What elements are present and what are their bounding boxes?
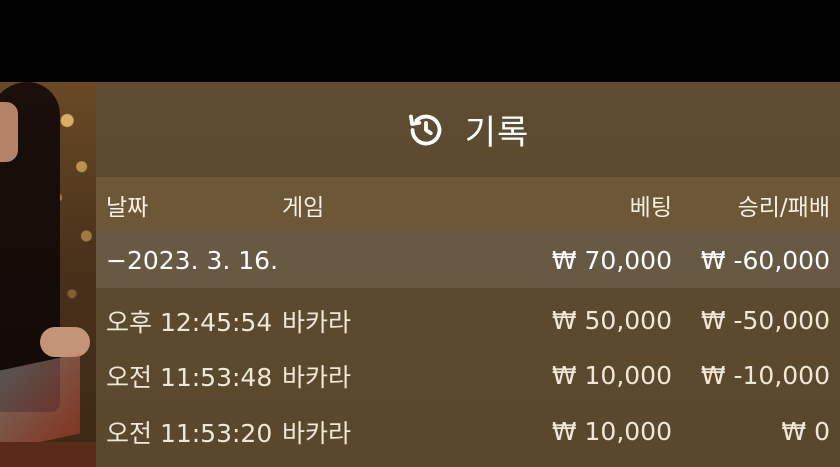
date-group-result-total: ₩ -60,000: [700, 245, 830, 275]
column-header-game: 게임: [282, 194, 325, 221]
row-result: ₩ 0: [781, 417, 830, 446]
row-game: 바카라: [282, 307, 352, 337]
row-result: ₩ -50,000: [700, 306, 830, 335]
row-time: 오전 11:53:20: [106, 418, 273, 448]
dealer-hand: [40, 327, 90, 357]
row-bet: ₩ 10,000: [551, 361, 672, 390]
row-time: 오전 11:53:48: [106, 362, 273, 392]
history-row[interactable]: 오전 11:53:20 바카라 ₩ 10,000 ₩ 0: [96, 404, 840, 459]
card-shoe: [0, 353, 80, 451]
top-black-bar: [0, 0, 840, 82]
panel-title: 기록: [464, 113, 530, 153]
column-header-result: 승리/패배: [737, 194, 830, 221]
history-panel: 기록 날짜 게임 베팅 승리/패배 −2023. 3. 16. ₩ 70,000…: [96, 82, 840, 467]
history-row[interactable]: 오전 11:53:48 바카라 ₩ 10,000 ₩ -10,000: [96, 348, 840, 403]
row-result: ₩ -10,000: [700, 361, 830, 390]
row-bet: ₩ 50,000: [551, 306, 672, 335]
history-icon: [407, 111, 445, 149]
date-group-bet-total: ₩ 70,000: [551, 245, 672, 275]
row-time: 오후 12:45:54: [106, 307, 273, 337]
row-game: 바카라: [282, 362, 352, 392]
table-edge: [0, 442, 96, 467]
column-header-bet: 베팅: [629, 194, 672, 221]
date-group-row[interactable]: −2023. 3. 16. ₩ 70,000 ₩ -60,000: [96, 232, 840, 288]
column-header-row: 날짜 게임 베팅 승리/패배: [96, 177, 840, 232]
row-game: 바카라: [282, 418, 352, 448]
panel-header: 기록: [96, 82, 840, 177]
dealer-face: [0, 102, 18, 162]
history-row[interactable]: 오후 12:45:54 바카라 ₩ 50,000 ₩ -50,000: [96, 293, 840, 348]
row-bet: ₩ 10,000: [551, 417, 672, 446]
live-dealer-video: [0, 82, 96, 467]
column-header-date: 날짜: [106, 194, 149, 221]
screen: 기록 날짜 게임 베팅 승리/패배 −2023. 3. 16. ₩ 70,000…: [0, 0, 840, 467]
date-group-label: −2023. 3. 16.: [106, 245, 279, 275]
